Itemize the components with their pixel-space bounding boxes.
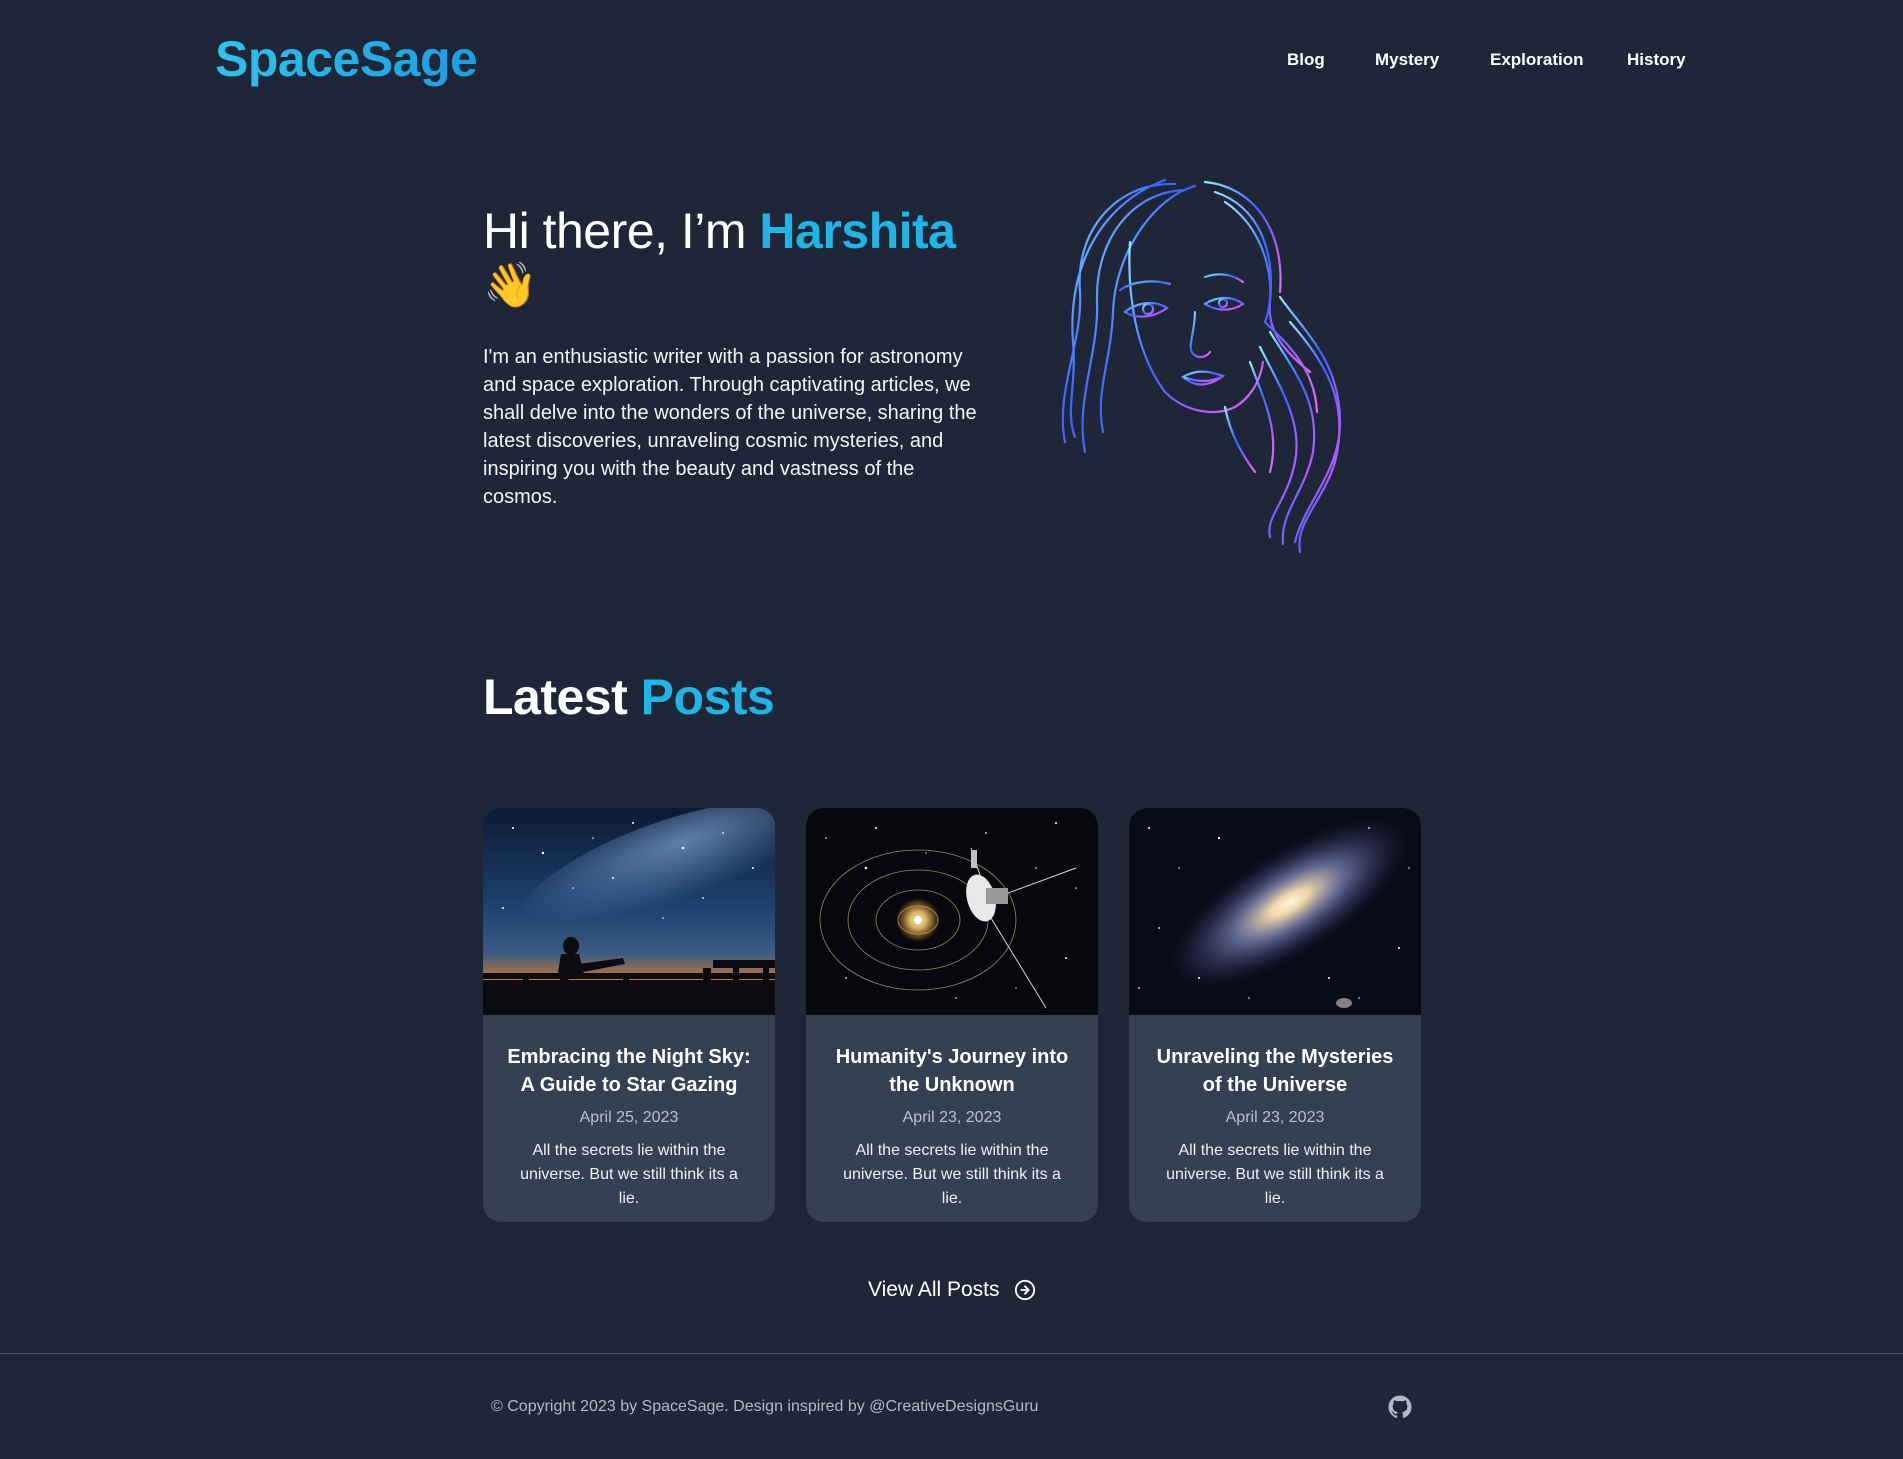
nav-link-mystery[interactable]: Mystery: [1375, 50, 1439, 70]
hero-name: Harshita: [759, 203, 956, 259]
circle-arrow-right-icon: [1014, 1279, 1035, 1301]
post-card-excerpt: All the secrets lie within the universe.…: [843, 1142, 1061, 1207]
wave-emoji: 👋: [483, 261, 538, 310]
view-all-posts-label: View All Posts: [868, 1278, 1000, 1301]
nav-link-blog[interactable]: Blog: [1287, 50, 1325, 70]
post-card-date: April 23, 2023: [902, 1109, 1002, 1126]
site-logo[interactable]: SpaceSage: [215, 30, 478, 88]
post-card-excerpt: All the secrets lie within the universe.…: [520, 1142, 738, 1207]
post-card-title[interactable]: Unraveling the Mysteries of the Universe: [1147, 1043, 1403, 1099]
latest-posts-title-part1: Latest: [483, 669, 641, 725]
post-card-date: April 23, 2023: [1225, 1109, 1325, 1126]
post-card-date: April 25, 2023: [579, 1109, 679, 1126]
view-all-posts-link[interactable]: View All Posts: [868, 1278, 1036, 1302]
woman-portrait-illustration: [1061, 178, 1342, 554]
voyager-probe-image: [806, 808, 1098, 1015]
latest-posts-title-part2: Posts: [640, 669, 775, 725]
spiral-galaxy-image: [1129, 808, 1421, 1015]
post-card-title[interactable]: Embracing the Night Sky: A Guide to Star…: [501, 1043, 757, 1099]
footer-divider: [0, 1353, 1903, 1354]
stargazer-silhouette-image: [483, 808, 775, 1015]
post-card[interactable]: Humanity's Journey into the Unknown Apri…: [806, 808, 1098, 1222]
post-card[interactable]: Embracing the Night Sky: A Guide to Star…: [483, 808, 775, 1222]
hero-greeting: Hi there, I’m: [483, 203, 760, 259]
footer-copyright: © Copyright 2023 by SpaceSage. Design in…: [491, 1398, 1039, 1415]
post-card-excerpt: All the secrets lie within the universe.…: [1166, 1142, 1384, 1207]
post-card[interactable]: Unraveling the Mysteries of the Universe…: [1129, 808, 1421, 1222]
latest-posts-heading: Latest Posts: [483, 668, 775, 726]
site-header: SpaceSage Blog Mystery Exploration Histo…: [0, 0, 1903, 120]
nav-link-history[interactable]: History: [1627, 50, 1686, 70]
hero-heading: Hi there, I’m Harshita 👋: [483, 205, 1003, 312]
post-card-title[interactable]: Humanity's Journey into the Unknown: [824, 1043, 1080, 1099]
post-card-list: Embracing the Night Sky: A Guide to Star…: [483, 808, 1421, 1222]
hero-description: I'm an enthusiastic writer with a passio…: [483, 346, 977, 508]
nav-link-exploration[interactable]: Exploration: [1490, 50, 1584, 70]
github-icon[interactable]: [1388, 1395, 1412, 1419]
